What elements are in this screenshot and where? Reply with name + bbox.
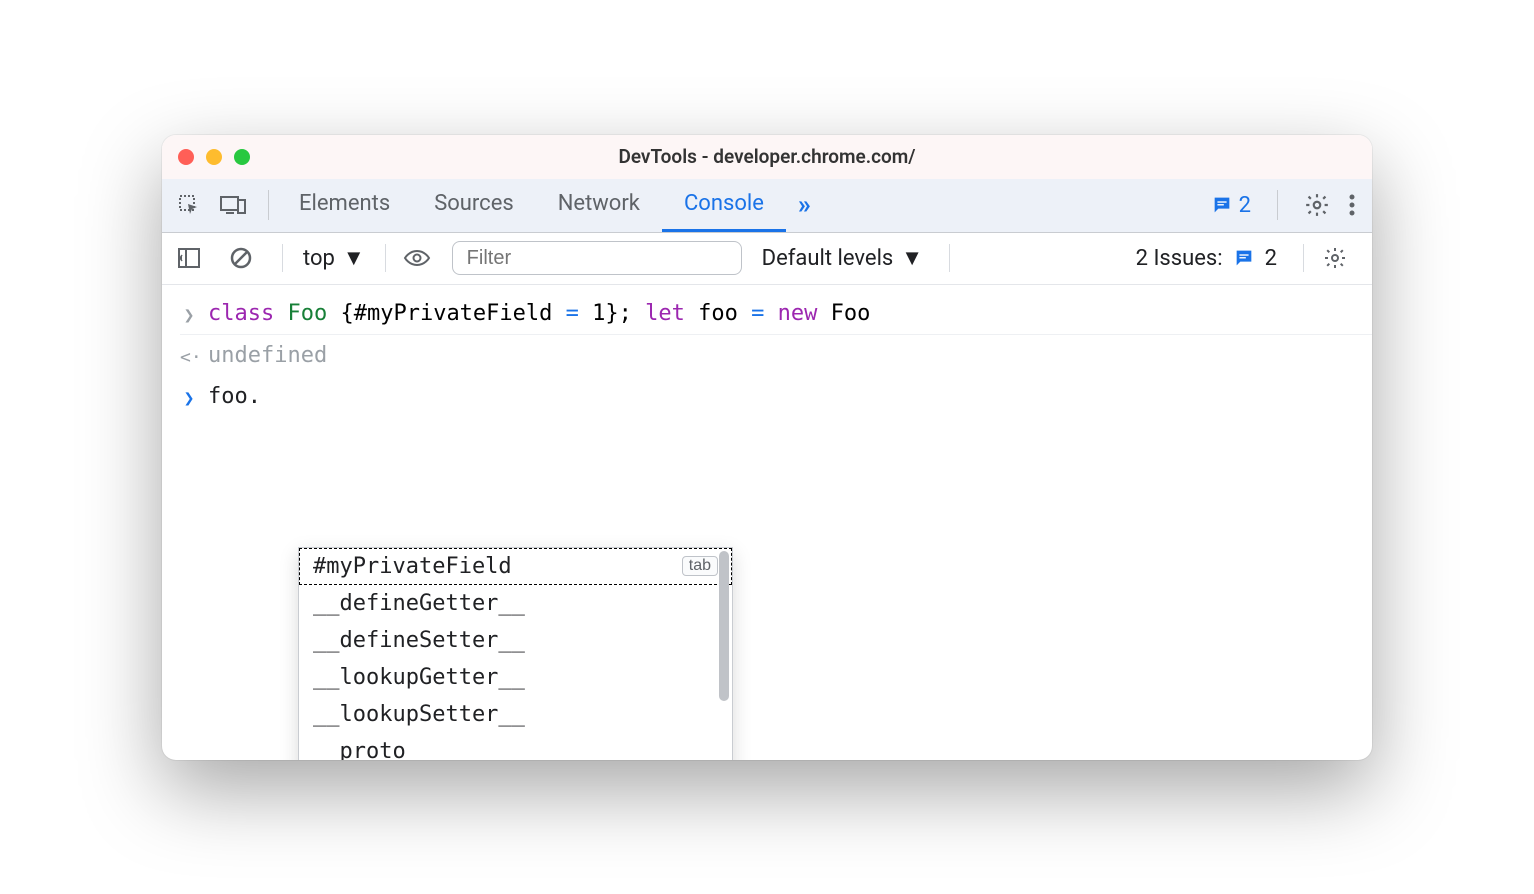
- console-toolbar: top ▼ Default levels ▼ 2 Issues: 2: [162, 233, 1372, 285]
- separator: [949, 244, 950, 272]
- console-result: undefined: [208, 343, 327, 368]
- window-title: DevTools - developer.chrome.com/: [162, 145, 1372, 168]
- more-tabs-icon[interactable]: »: [786, 179, 823, 232]
- console-body: ❯ class Foo {#myPrivateField = 1}; let f…: [162, 285, 1372, 760]
- close-icon[interactable]: [178, 149, 194, 165]
- autocomplete-label: __defineGetter__: [313, 591, 525, 616]
- levels-label: Default levels: [762, 246, 894, 271]
- device-toggle-icon[interactable]: [216, 188, 250, 222]
- issues-indicator[interactable]: 2 Issues: 2: [1124, 246, 1289, 271]
- tab-label: Sources: [434, 191, 514, 216]
- autocomplete-item[interactable]: __defineGetter__: [299, 585, 732, 622]
- console-command-row: ❯ class Foo {#myPrivateField = 1}; let f…: [180, 293, 1372, 335]
- tab-label: Network: [558, 191, 640, 216]
- output-caret-icon: <·: [180, 343, 198, 368]
- autocomplete-item[interactable]: __defineSetter__: [299, 622, 732, 659]
- gear-icon[interactable]: [1318, 241, 1352, 275]
- separator: [268, 190, 269, 220]
- badge-count: 2: [1239, 193, 1251, 218]
- separator: [282, 244, 283, 272]
- tab-console[interactable]: Console: [662, 179, 786, 232]
- kebab-icon[interactable]: [1348, 193, 1356, 217]
- separator: [385, 244, 386, 272]
- autocomplete-item[interactable]: __proto__: [299, 733, 732, 760]
- tab-network[interactable]: Network: [536, 179, 662, 232]
- titlebar: DevTools - developer.chrome.com/: [162, 135, 1372, 179]
- devtools-window: DevTools - developer.chrome.com/ Element…: [162, 135, 1372, 760]
- chat-icon: [1233, 247, 1255, 269]
- autocomplete-label: __lookupGetter__: [313, 665, 525, 690]
- console-input-row[interactable]: ❯ foo.: [180, 376, 1372, 417]
- autocomplete-item[interactable]: #myPrivateField tab: [299, 548, 732, 585]
- messages-badge[interactable]: 2: [1211, 193, 1251, 218]
- autocomplete-label: __proto__: [313, 739, 432, 760]
- minimize-icon[interactable]: [206, 149, 222, 165]
- eye-icon[interactable]: [400, 241, 434, 275]
- console-result-row: <· undefined: [180, 335, 1372, 376]
- issues-label: 2 Issues:: [1136, 246, 1223, 271]
- tab-elements[interactable]: Elements: [277, 179, 412, 232]
- autocomplete-label: __defineSetter__: [313, 628, 525, 653]
- tab-label: Elements: [299, 191, 390, 216]
- context-label: top: [303, 246, 335, 271]
- inspect-icon[interactable]: [172, 188, 206, 222]
- chevron-down-icon: ▼: [901, 245, 923, 271]
- input-caret-icon: ❯: [180, 301, 198, 326]
- separator: [1277, 190, 1278, 220]
- gear-icon[interactable]: [1304, 192, 1330, 218]
- console-input[interactable]: foo.: [208, 384, 261, 409]
- prompt-caret-icon: ❯: [180, 384, 198, 409]
- autocomplete-item[interactable]: __lookupSetter__: [299, 696, 732, 733]
- maximize-icon[interactable]: [234, 149, 250, 165]
- clear-icon[interactable]: [224, 241, 258, 275]
- toolbar-right: 2: [1211, 190, 1362, 220]
- autocomplete-label: __lookupSetter__: [313, 702, 525, 727]
- tab-sources[interactable]: Sources: [412, 179, 536, 232]
- context-selector[interactable]: top ▼: [297, 245, 371, 271]
- autocomplete-item[interactable]: __lookupGetter__: [299, 659, 732, 696]
- console-command: class Foo {#myPrivateField = 1}; let foo…: [208, 301, 870, 326]
- filter-input[interactable]: [452, 241, 742, 275]
- main-toolbar: Elements Sources Network Console » 2: [162, 179, 1372, 233]
- issues-count: 2: [1265, 246, 1277, 271]
- log-levels-selector[interactable]: Default levels ▼: [750, 245, 935, 271]
- separator: [1303, 244, 1304, 272]
- scrollbar[interactable]: [719, 551, 729, 701]
- tab-label: Console: [684, 191, 764, 216]
- autocomplete-popup: #myPrivateField tab __defineGetter__ __d…: [298, 547, 733, 760]
- tab-hint: tab: [682, 556, 718, 576]
- autocomplete-label: #myPrivateField: [313, 554, 512, 579]
- chevron-down-icon: ▼: [343, 245, 365, 271]
- panel-tabs: Elements Sources Network Console »: [277, 179, 1211, 232]
- sidebar-toggle-icon[interactable]: [172, 241, 206, 275]
- window-controls: [178, 149, 250, 165]
